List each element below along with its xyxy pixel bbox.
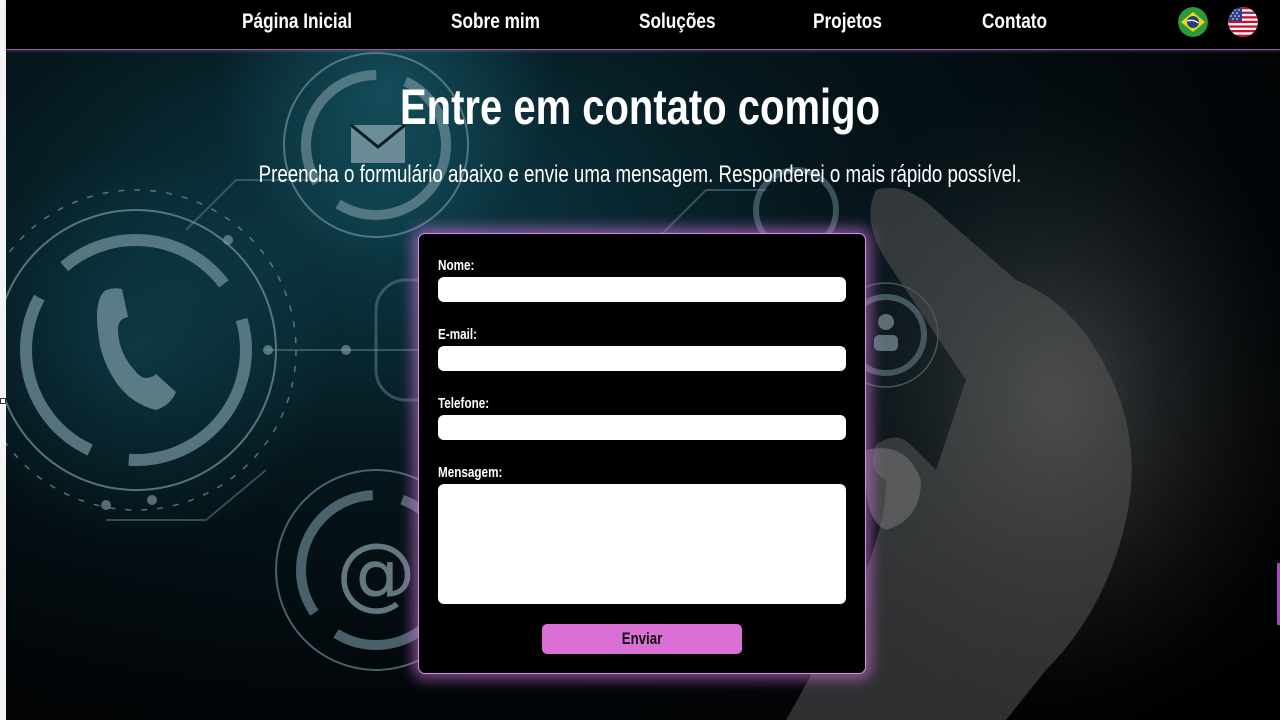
nav-item-projects[interactable]: Projetos: [813, 10, 882, 34]
email-label: E-mail:: [438, 326, 478, 343]
name-label: Nome:: [438, 257, 475, 274]
nav-item-solutions[interactable]: Soluções: [639, 10, 716, 34]
nav-item-home[interactable]: Página Inicial: [242, 10, 352, 34]
submit-button[interactable]: Enviar: [542, 624, 742, 654]
nav-item-contact[interactable]: Contato: [982, 10, 1047, 34]
phone-input[interactable]: [438, 415, 846, 440]
email-input[interactable]: [438, 346, 846, 371]
brazil-flag-icon[interactable]: [1178, 7, 1208, 37]
contact-form: Nome: E-mail: Telefone: Mensagem: Enviar: [418, 233, 866, 674]
svg-text:@: @: [336, 526, 416, 619]
contact-page: @ Página Inicial Sobre mim Soluções Proj…: [0, 0, 1280, 720]
submit-button-label: Enviar: [621, 629, 663, 648]
message-textarea[interactable]: [438, 484, 846, 604]
phone-label: Telefone:: [438, 395, 490, 412]
top-nav: Página Inicial Sobre mim Soluções Projet…: [6, 0, 1280, 50]
page-title: Entre em contato comigo: [399, 79, 881, 135]
usa-flag-icon[interactable]: [1228, 7, 1258, 37]
message-label: Mensagem:: [438, 464, 503, 481]
name-input[interactable]: [438, 277, 846, 302]
nav-item-about[interactable]: Sobre mim: [451, 10, 540, 34]
page-subtitle: Preencha o formulário abaixo e envie uma…: [258, 161, 1022, 188]
